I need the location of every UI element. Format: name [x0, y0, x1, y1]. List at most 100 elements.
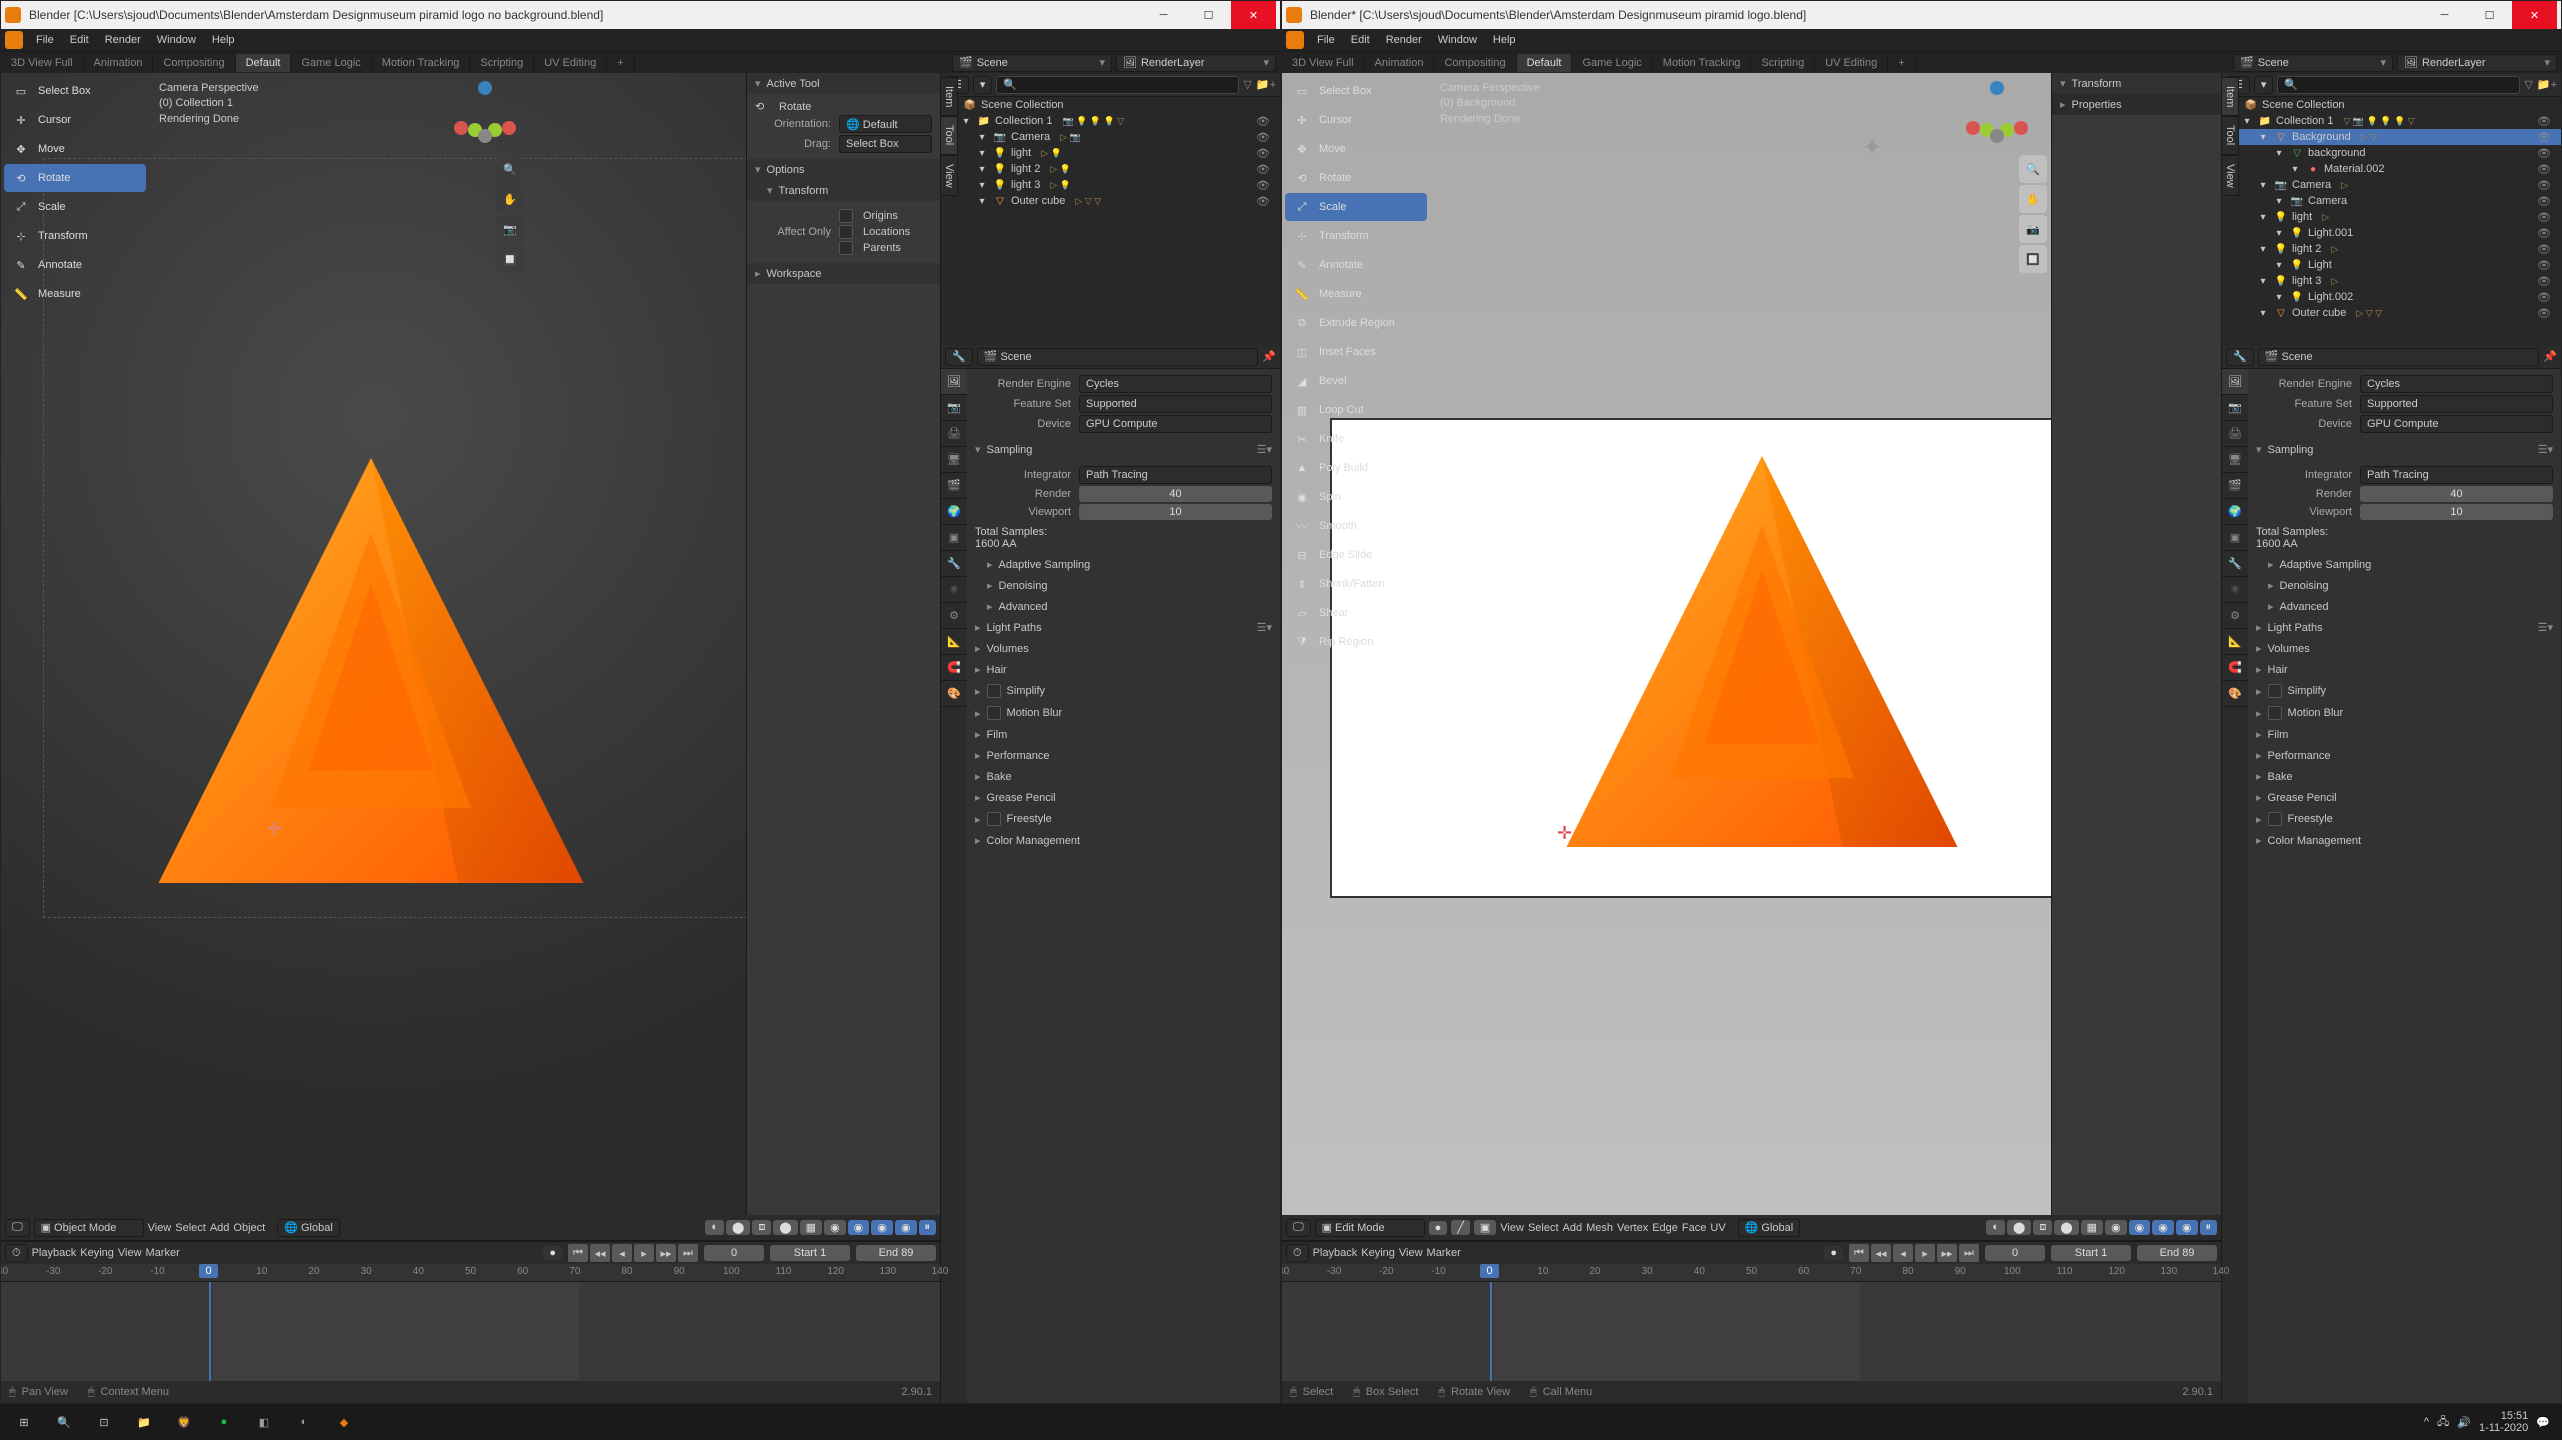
transport-button[interactable]: ⏮: [568, 1244, 588, 1262]
search-icon[interactable]: 🔍: [44, 1404, 84, 1440]
orientation-dropdown[interactable]: 🌐 Default: [839, 115, 932, 133]
select-mode-button[interactable]: ●: [1429, 1221, 1448, 1235]
disclosure-icon[interactable]: ▾: [2272, 290, 2286, 304]
maximize-button[interactable]: ☐: [2467, 1, 2512, 29]
panel-denoising[interactable]: ▸Denoising: [967, 575, 1280, 596]
panel-volumes[interactable]: ▸Volumes: [967, 638, 1280, 659]
visibility-toggle[interactable]: 👁: [1250, 147, 1276, 160]
presets-icon[interactable]: ☰▾: [2538, 443, 2553, 456]
transport-button[interactable]: ◂◂: [1871, 1244, 1891, 1262]
editor-type-selector[interactable]: 🖵: [5, 1219, 30, 1237]
shading-button-5[interactable]: ◉: [2105, 1220, 2127, 1235]
scene-collection-row[interactable]: ▾📦Scene Collection: [941, 97, 1280, 113]
workspace-tab[interactable]: Scripting: [1751, 54, 1815, 72]
timeline-track[interactable]: 0: [1282, 1282, 2221, 1381]
viewport-button-3[interactable]: 🔲: [2019, 245, 2047, 273]
visibility-toggle[interactable]: 👁: [2531, 307, 2557, 320]
add-workspace-button[interactable]: +: [1888, 54, 1915, 72]
outliner-search[interactable]: [2277, 76, 2520, 94]
transport-button[interactable]: ⏮: [1849, 1244, 1869, 1262]
shading-button-3[interactable]: ⬤: [2054, 1220, 2078, 1235]
prop-value[interactable]: Supported: [1079, 395, 1272, 413]
tool-cursor[interactable]: ✛Cursor: [4, 106, 146, 134]
workspace-tab[interactable]: Compositing: [153, 54, 235, 72]
panel-denoising[interactable]: ▸Denoising: [2248, 575, 2561, 596]
minimize-button[interactable]: ─: [2422, 1, 2467, 29]
tool-bevel[interactable]: ◢Bevel: [1285, 367, 1427, 395]
menu-edit[interactable]: Edit: [63, 32, 96, 48]
panel-checkbox[interactable]: [987, 812, 1001, 826]
disclosure-icon[interactable]: ▾: [975, 194, 989, 208]
outliner-item[interactable]: ▾▽Outer cube▷ ▽ ▽👁: [941, 193, 1280, 209]
outliner-item[interactable]: ▾💡Light👁: [2222, 257, 2561, 273]
panel-checkbox[interactable]: [2268, 706, 2282, 720]
spotify-icon[interactable]: ●: [204, 1404, 244, 1440]
properties-header[interactable]: ▸Properties: [2052, 94, 2221, 115]
tool-annotate[interactable]: ✎Annotate: [4, 251, 146, 279]
scene-selector[interactable]: 🎬 Scene: [977, 348, 1259, 366]
viewport-menu-add[interactable]: Add: [1563, 1222, 1583, 1234]
disclosure-icon[interactable]: ▾: [2240, 114, 2254, 128]
panel-adaptive-sampling[interactable]: ▸Adaptive Sampling: [2248, 554, 2561, 575]
end-frame[interactable]: End 89: [856, 1245, 936, 1261]
prop-numfield[interactable]: 10: [2360, 504, 2553, 520]
tool-cursor[interactable]: ✛Cursor: [1285, 106, 1427, 134]
visibility-toggle[interactable]: 👁: [2531, 179, 2557, 192]
disclosure-icon[interactable]: ▾: [2256, 178, 2270, 192]
visibility-toggle[interactable]: 👁: [2531, 259, 2557, 272]
property-tab-3[interactable]: 🖥: [941, 447, 967, 473]
tool-select-box[interactable]: ▭Select Box: [1285, 77, 1427, 105]
panel-bake[interactable]: ▸Bake: [2248, 766, 2561, 787]
menu-render[interactable]: Render: [98, 32, 148, 48]
timeline-menu-keying[interactable]: Keying: [80, 1247, 114, 1259]
prop-value[interactable]: GPU Compute: [2360, 415, 2553, 433]
tray-network-icon[interactable]: 🖧: [2437, 1413, 2449, 1432]
property-tab-12[interactable]: 🎨: [941, 681, 967, 707]
visibility-toggle[interactable]: 👁: [2531, 131, 2557, 144]
3d-viewport[interactable]: ▭Select Box✛Cursor✥Move⟲Rotate⤢Scale⊹Tra…: [1, 73, 746, 1215]
disclosure-icon[interactable]: ▾: [975, 130, 989, 144]
viewport-menu-mesh[interactable]: Mesh: [1586, 1222, 1613, 1234]
viewport-button-1[interactable]: ✋: [496, 185, 524, 213]
visibility-toggle[interactable]: 👁: [2531, 275, 2557, 288]
scene-selector[interactable]: 🎬 Scene: [2258, 348, 2540, 366]
tool-move[interactable]: ✥Move: [1285, 135, 1427, 163]
viewport-menu-add[interactable]: Add: [210, 1222, 230, 1234]
scene-selector[interactable]: 🎬Scene▾: [952, 54, 1112, 72]
select-mode-button[interactable]: ╱: [1451, 1220, 1470, 1235]
property-tab-11[interactable]: 🧲: [941, 655, 967, 681]
workspace-tab[interactable]: UV Editing: [534, 54, 607, 72]
outliner-item[interactable]: ▾📷Camera▷ 📷👁: [941, 129, 1280, 145]
viewport-menu-view[interactable]: View: [1500, 1222, 1524, 1234]
presets-icon[interactable]: ☰▾: [1257, 443, 1272, 456]
maximize-button[interactable]: ☐: [1186, 1, 1231, 29]
outliner-item[interactable]: ▾▽Outer cube▷ ▽ ▽👁: [2222, 305, 2561, 321]
panel-hair[interactable]: ▸Hair: [967, 659, 1280, 680]
viewport-menu-select[interactable]: Select: [175, 1222, 206, 1234]
panel-volumes[interactable]: ▸Volumes: [2248, 638, 2561, 659]
axis-gizmo[interactable]: [1966, 81, 2026, 141]
outliner-item[interactable]: ▾💡light▷👁: [2222, 209, 2561, 225]
workspace-tab[interactable]: Motion Tracking: [1653, 54, 1752, 72]
viewport-button-3[interactable]: 🔲: [496, 245, 524, 273]
shading-button-5[interactable]: ◉: [824, 1220, 846, 1235]
new-collection-icon[interactable]: 📁+: [2537, 78, 2557, 91]
timeline-menu-marker[interactable]: Marker: [1427, 1247, 1461, 1259]
outliner-item[interactable]: ▾💡light 2▷👁: [2222, 241, 2561, 257]
editor-type-selector[interactable]: ⏱: [1286, 1244, 1309, 1262]
workspace-tab[interactable]: Default: [1517, 54, 1573, 72]
tool-inset-faces[interactable]: ◫Inset Faces: [1285, 338, 1427, 366]
viewport-menu-select[interactable]: Select: [1528, 1222, 1559, 1234]
auto-key-button[interactable]: ●: [1824, 1246, 1843, 1260]
transport-button[interactable]: ▸▸: [656, 1244, 676, 1262]
checkbox-locations[interactable]: [839, 225, 853, 239]
shading-button-9[interactable]: ⏸: [2200, 1220, 2218, 1235]
transform-header[interactable]: ▾Transform: [2052, 73, 2221, 94]
outliner-item[interactable]: ▾💡light 2▷ 💡👁: [941, 161, 1280, 177]
property-tab-2[interactable]: 🖨: [2222, 421, 2248, 447]
visibility-toggle[interactable]: 👁: [2531, 291, 2557, 304]
panel-freestyle[interactable]: ▸Freestyle: [2248, 808, 2561, 830]
property-tab-4[interactable]: 🎬: [2222, 473, 2248, 499]
explorer-icon[interactable]: 📁: [124, 1404, 164, 1440]
panel-grease-pencil[interactable]: ▸Grease Pencil: [2248, 787, 2561, 808]
